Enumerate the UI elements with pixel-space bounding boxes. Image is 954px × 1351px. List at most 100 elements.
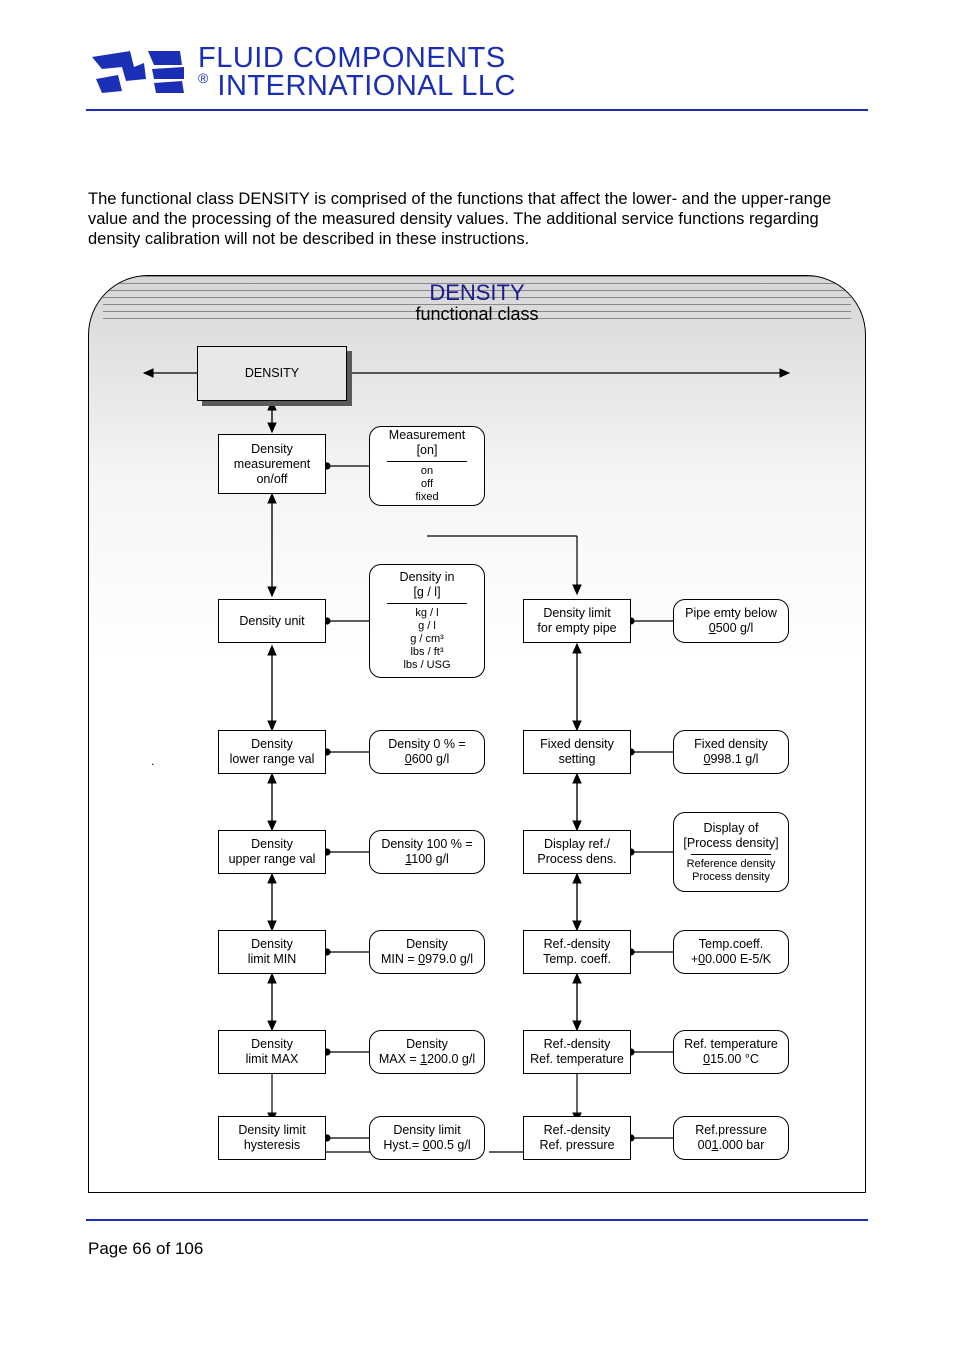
lbl: Ref. temperature: [530, 1052, 624, 1067]
box-ref-pressure: Ref.-density Ref. pressure: [523, 1116, 631, 1160]
logo-text: FLUID COMPONENTS ® INTERNATIONAL LLC: [198, 44, 516, 101]
rbox-density-min: Density MIN = 0979.0 g/l: [369, 930, 485, 974]
rbox-pipe-empty-below: Pipe emty below 0500 g/l: [673, 599, 789, 643]
lbl: Density 100 % =: [381, 837, 472, 852]
lbl: Density: [251, 1037, 293, 1052]
val: 998.1 g/l: [710, 752, 758, 766]
density-top-box: DENSITY: [197, 346, 347, 401]
rbox-ref-pressure: Ref.pressure 001.000 bar: [673, 1116, 789, 1160]
lbl: Density limit: [543, 606, 610, 621]
opt: Reference density: [687, 858, 776, 871]
logo-line1: FLUID COMPONENTS: [198, 44, 516, 72]
header-rule: [86, 109, 868, 111]
lbl: Ref.pressure: [695, 1123, 767, 1138]
rbox-fixed-density-val: Fixed density 0998.1 g/l: [673, 730, 789, 774]
lbl: measurement: [234, 457, 310, 472]
box-density-limit-min: Density limit MIN: [218, 930, 326, 974]
rbox-temp-coeff: Temp.coeff. +00.000 E-5/K: [673, 930, 789, 974]
lbl: Display ref./: [544, 837, 610, 852]
val: 600 g/l: [412, 752, 450, 766]
lbl: Display of: [704, 821, 759, 836]
val: 0.000 E-5/K: [705, 952, 771, 966]
lbl: Density: [251, 737, 293, 752]
lbl: Process dens.: [537, 852, 616, 867]
lbl: Temp. coeff.: [543, 952, 611, 967]
box-density-urv: Density upper range val: [218, 830, 326, 874]
box-ref-temp-coeff: Ref.-density Temp. coeff.: [523, 930, 631, 974]
lbl: hysteresis: [244, 1138, 300, 1153]
intro-paragraph: The functional class DENSITY is comprise…: [88, 189, 866, 249]
lbl: Density: [251, 937, 293, 952]
opt: Process density: [692, 871, 770, 884]
rbox-density-100: Density 100 % = 1100 g/l: [369, 830, 485, 874]
lbl: Ref.-density: [544, 1037, 611, 1052]
lbl: upper range val: [229, 852, 316, 867]
opt: off: [421, 478, 433, 491]
lbl: Density: [406, 1037, 448, 1052]
opt: lbs / ft³: [410, 646, 443, 659]
lbl: Temp.coeff.: [699, 937, 763, 952]
lbl: Density in: [400, 570, 455, 585]
lbl: [g / l]: [413, 585, 440, 600]
val: .000 bar: [718, 1138, 764, 1152]
opt: g / cm³: [410, 633, 444, 646]
rbox-density-0: Density 0 % = 0600 g/l: [369, 730, 485, 774]
val: 200.0 g/l: [427, 1052, 475, 1066]
rbox-density-hyst: Density limit Hyst.= 000.5 g/l: [369, 1116, 485, 1160]
opt: lbs / USG: [403, 659, 450, 672]
lbl: limit MIN: [248, 952, 297, 967]
stray-dot: .: [151, 754, 154, 768]
lbl: [on]: [417, 443, 438, 458]
lbl: Density: [406, 937, 448, 952]
rbox-density-unit: Density in [g / l] kg / l g / l g / cm³ …: [369, 564, 485, 678]
val: MAX =: [379, 1052, 420, 1066]
lbl: Density limit: [238, 1123, 305, 1138]
density-top-label: DENSITY: [245, 366, 299, 381]
val: Hyst.=: [383, 1138, 422, 1152]
val-ul: 0: [709, 621, 716, 635]
val: 00.5 g/l: [430, 1138, 471, 1152]
rbox-ref-temperature: Ref. temperature 015.00 °C: [673, 1030, 789, 1074]
val: 500 g/l: [716, 621, 754, 635]
page-footer: Page 66 of 106: [88, 1239, 866, 1259]
lbl: [Process density]: [683, 836, 778, 851]
logo-line2: INTERNATIONAL LLC: [217, 70, 516, 102]
val: MIN =: [381, 952, 418, 966]
box-density-limit-max: Density limit MAX: [218, 1030, 326, 1074]
lbl: lower range val: [230, 752, 315, 767]
page-number: Page 66 of 106: [88, 1239, 203, 1258]
box-display-ref: Display ref./ Process dens.: [523, 830, 631, 874]
lbl: setting: [559, 752, 596, 767]
opt: on: [421, 465, 433, 478]
lbl: Pipe emty below: [685, 606, 777, 621]
val-ul: 0: [423, 1138, 430, 1152]
box-density-lrv: Density lower range val: [218, 730, 326, 774]
lbl: Ref.-density: [544, 937, 611, 952]
val: 15.00 °C: [710, 1052, 759, 1066]
box-density-measurement: Density measurement on/off: [218, 434, 326, 494]
opt: g / l: [418, 620, 436, 633]
box-ref-temperature: Ref.-density Ref. temperature: [523, 1030, 631, 1074]
registered-icon: ®: [198, 70, 209, 86]
val-ul: 0: [405, 752, 412, 766]
lbl: limit MAX: [246, 1052, 299, 1067]
lbl: Measurement: [389, 428, 465, 443]
lbl: Ref. pressure: [539, 1138, 614, 1153]
val: 979.0 g/l: [425, 952, 473, 966]
opt: kg / l: [415, 607, 438, 620]
density-diagram: DENSITY functional class: [88, 275, 866, 1193]
lbl: Ref.-density: [544, 1123, 611, 1138]
footer-rule: [86, 1219, 868, 1221]
box-empty-pipe-limit: Density limit for empty pipe: [523, 599, 631, 643]
lbl: Ref. temperature: [684, 1037, 778, 1052]
lbl: Density 0 % =: [388, 737, 465, 752]
page-header: FLUID COMPONENTS ® INTERNATIONAL LLC: [0, 0, 954, 101]
lbl: for empty pipe: [537, 621, 616, 636]
val: 100 g/l: [411, 852, 449, 866]
box-density-limit-hyst: Density limit hysteresis: [218, 1116, 326, 1160]
box-density-unit: Density unit: [218, 599, 326, 643]
lbl: Fixed density: [540, 737, 614, 752]
lbl: Density: [251, 442, 293, 457]
rbox-density-max: Density MAX = 1200.0 g/l: [369, 1030, 485, 1074]
lbl: Density unit: [239, 614, 304, 629]
